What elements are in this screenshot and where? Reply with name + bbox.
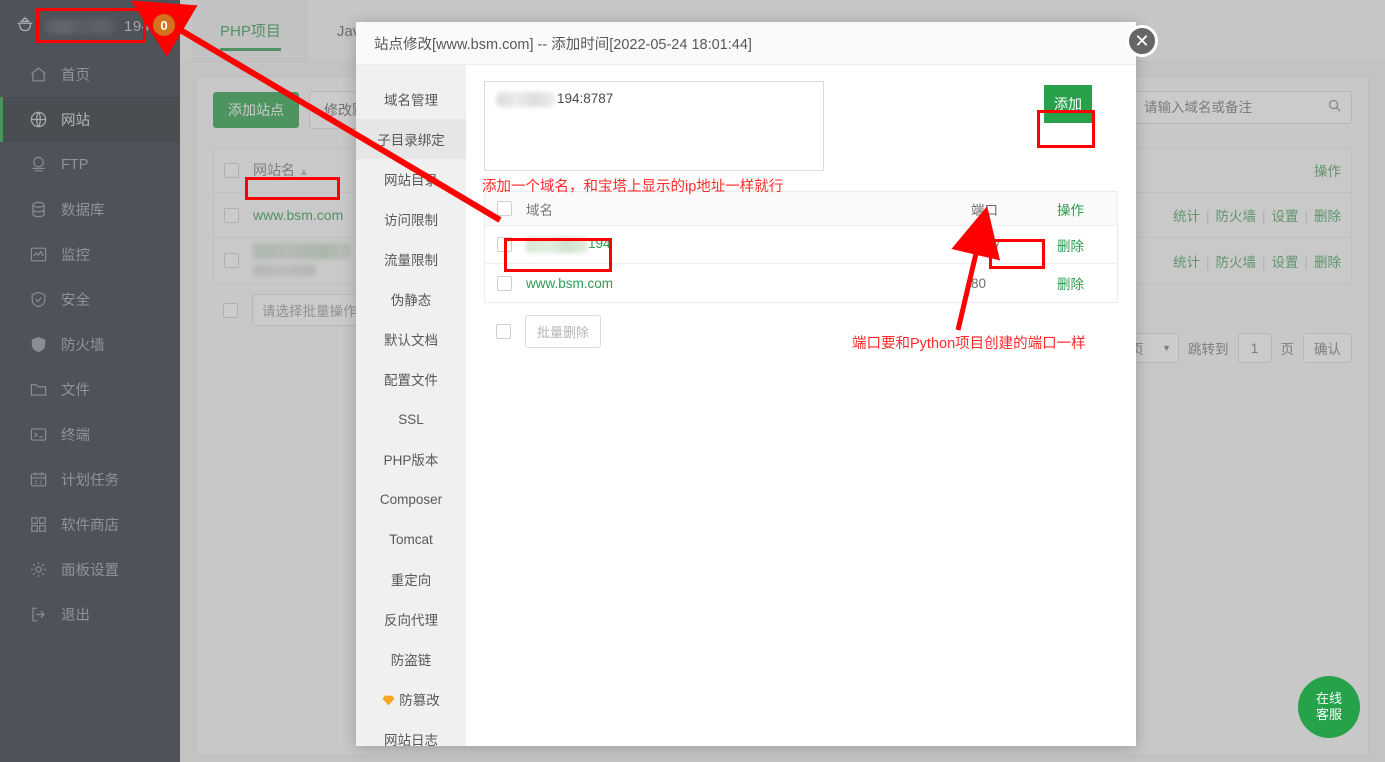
menu-label: 重定向: [391, 569, 432, 589]
domain-port: 8787: [971, 237, 1057, 252]
menu-label: SSL: [398, 412, 424, 427]
column-action: 操作: [1057, 199, 1105, 219]
column-domain: 域名: [526, 199, 971, 219]
modal-menu-domain-manage[interactable]: 域名管理: [356, 79, 466, 119]
modal-body: 域名管理 子目录绑定 网站目录 访问限制 流量限制 伪静态 默认文档 配置文件 …: [356, 65, 1136, 746]
notification-badge[interactable]: 0: [153, 14, 175, 36]
modal-menu-subdir-bind[interactable]: 子目录绑定: [356, 119, 466, 159]
domain-select-all-checkbox[interactable]: [497, 201, 512, 216]
column-port: 端口: [971, 199, 1057, 219]
menu-label: 防盗链: [391, 649, 432, 669]
menu-label: 网站日志: [384, 729, 438, 749]
menu-label: 网站目录: [384, 169, 438, 189]
menu-label: 配置文件: [384, 369, 438, 389]
modal-menu-reverse-proxy[interactable]: 反向代理: [356, 599, 466, 639]
modal-menu-traffic-limit[interactable]: 流量限制: [356, 239, 466, 279]
domain-port: 80: [971, 276, 1057, 291]
modal-menu-default-doc[interactable]: 默认文档: [356, 319, 466, 359]
domain-row-checkbox[interactable]: [497, 237, 512, 252]
blurred-ip-prefix: [496, 92, 556, 107]
modal-menu-site-dir[interactable]: 网站目录: [356, 159, 466, 199]
modal-menu-redirect[interactable]: 重定向: [356, 559, 466, 599]
domain-delete-link[interactable]: 删除: [1057, 235, 1105, 255]
modal-title: 站点修改[www.bsm.com] -- 添加时间[2022-05-24 18:…: [356, 22, 1136, 65]
support-line1: 在线: [1316, 691, 1342, 707]
menu-label: 流量限制: [384, 249, 438, 269]
menu-label: 伪静态: [391, 289, 432, 309]
domain-suffix: 194: [588, 236, 611, 251]
domain-textarea[interactable]: 194:8787: [484, 81, 824, 171]
menu-label: 访问限制: [384, 209, 438, 229]
close-icon[interactable]: ✕: [1126, 25, 1158, 57]
modal-menu-tomcat[interactable]: Tomcat: [356, 519, 466, 559]
menu-label: 防篡改: [399, 689, 440, 709]
batch-delete-button[interactable]: 批量删除: [525, 315, 601, 348]
add-domain-button[interactable]: 添加: [1044, 85, 1092, 123]
blurred-domain-prefix: [526, 237, 588, 253]
menu-label: Tomcat: [389, 532, 433, 547]
modal-menu-config-file[interactable]: 配置文件: [356, 359, 466, 399]
domain-table: 域名 端口 操作 194 8787 删除 www.bsm.c: [484, 191, 1118, 303]
domain-row-checkbox[interactable]: [497, 276, 512, 291]
domain-delete-link[interactable]: 删除: [1057, 273, 1105, 293]
menu-label: 默认文档: [384, 329, 438, 349]
domain-value: 194: [526, 236, 971, 252]
batch-delete-checkbox[interactable]: [496, 324, 511, 339]
modal-menu-php-version[interactable]: PHP版本: [356, 439, 466, 479]
modal-menu-composer[interactable]: Composer: [356, 479, 466, 519]
support-line2: 客服: [1316, 707, 1342, 723]
domain-table-row: 194 8787 删除: [485, 226, 1117, 264]
modal-menu-rewrite[interactable]: 伪静态: [356, 279, 466, 319]
textarea-value-suffix: 194:8787: [557, 91, 613, 106]
menu-label: PHP版本: [384, 449, 439, 469]
modal-side-menu: 域名管理 子目录绑定 网站目录 访问限制 流量限制 伪静态 默认文档 配置文件 …: [356, 65, 466, 746]
modal-main-panel: 194:8787 添加 域名 端口 操作 194: [466, 65, 1136, 746]
domain-value: www.bsm.com: [526, 276, 971, 291]
modal-menu-site-log[interactable]: 网站日志: [356, 719, 466, 759]
domain-batch-row: 批量删除: [484, 303, 1118, 360]
menu-label: Composer: [380, 492, 442, 507]
menu-label: 域名管理: [384, 89, 438, 109]
online-support-button[interactable]: 在线 客服: [1298, 676, 1360, 738]
modal-menu-ssl[interactable]: SSL: [356, 399, 466, 439]
modal-menu-anti-leech[interactable]: 防盗链: [356, 639, 466, 679]
domain-table-row: www.bsm.com 80 删除: [485, 264, 1117, 302]
site-edit-modal: ✕ 站点修改[www.bsm.com] -- 添加时间[2022-05-24 1…: [356, 22, 1136, 746]
domain-table-header: 域名 端口 操作: [485, 192, 1117, 226]
menu-label: 反向代理: [384, 609, 438, 629]
modal-menu-anti-tamper[interactable]: 防篡改: [356, 679, 466, 719]
modal-menu-access-limit[interactable]: 访问限制: [356, 199, 466, 239]
gem-icon: [382, 694, 395, 705]
menu-label: 子目录绑定: [377, 129, 445, 149]
